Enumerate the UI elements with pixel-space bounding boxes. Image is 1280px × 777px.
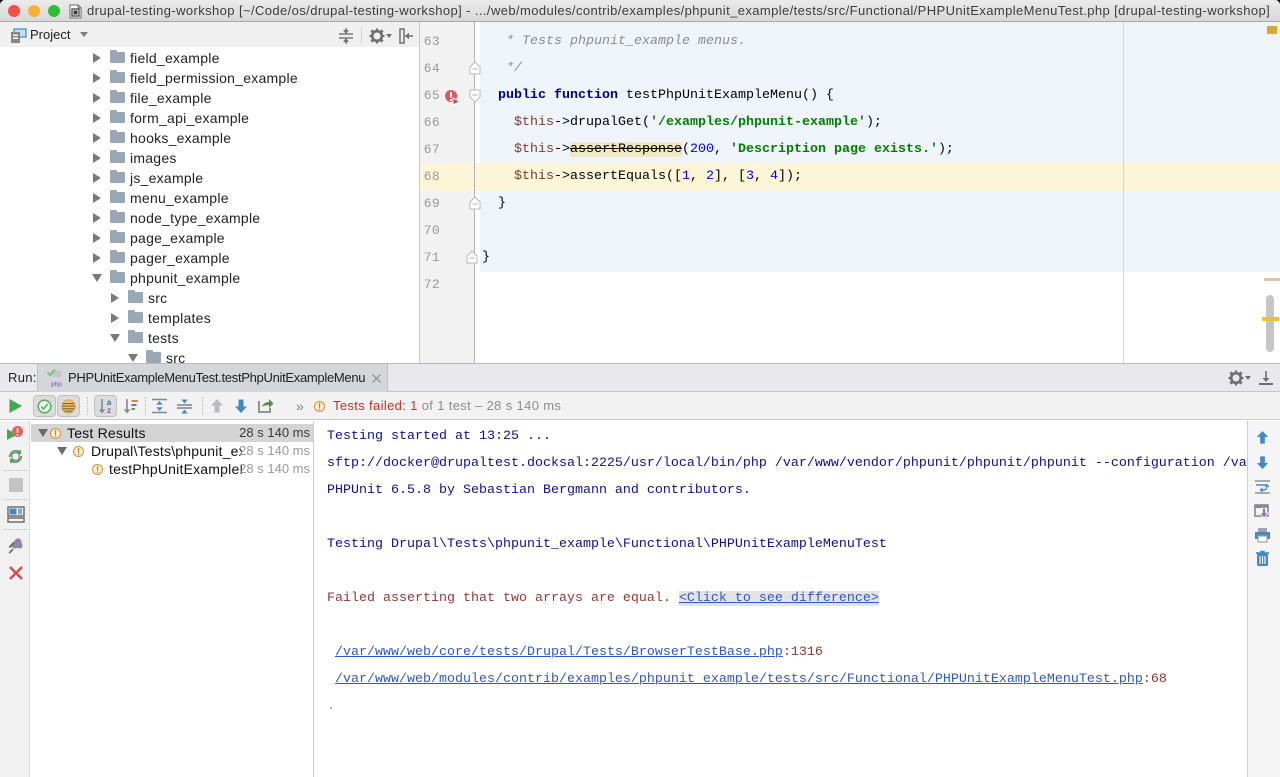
svg-text:php: php (51, 381, 62, 388)
svg-text:z: z (107, 406, 111, 414)
